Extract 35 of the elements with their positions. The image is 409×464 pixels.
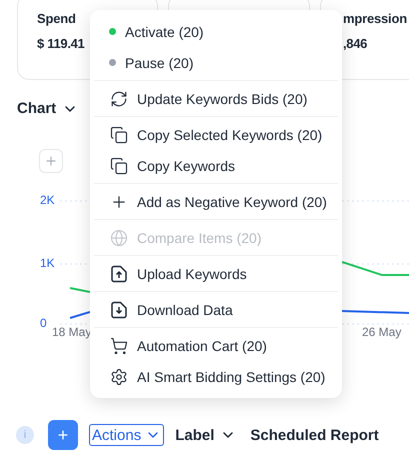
copy-icon bbox=[110, 126, 128, 144]
settings-icon bbox=[110, 368, 128, 386]
axis-label: 18 May bbox=[52, 325, 92, 339]
menu-item[interactable]: Update Keywords Bids (20) bbox=[94, 83, 338, 114]
axis-label: 0 bbox=[40, 316, 47, 330]
info-icon: i bbox=[16, 426, 34, 444]
menu-item[interactable]: Pause (20) bbox=[94, 47, 338, 78]
add-button[interactable]: + bbox=[48, 420, 78, 450]
menu-item[interactable]: Activate (20) bbox=[94, 16, 338, 47]
label-dropdown[interactable]: Label bbox=[175, 426, 236, 444]
stat-value: ,846 bbox=[343, 36, 368, 51]
menu-item[interactable]: Copy Selected Keywords (20) bbox=[94, 119, 338, 150]
copy-icon bbox=[110, 156, 128, 174]
axis-label: 1K bbox=[40, 256, 55, 270]
upload-icon bbox=[110, 264, 128, 282]
axis-label: 26 May bbox=[362, 325, 402, 339]
scheduled-report-button[interactable]: Scheduled Report bbox=[250, 426, 379, 444]
axis-label: 2K bbox=[40, 193, 55, 207]
add-button[interactable] bbox=[39, 149, 63, 173]
menu-item[interactable]: Download Data bbox=[94, 294, 338, 325]
plus-icon bbox=[44, 154, 58, 168]
menu-item[interactable]: Upload Keywords bbox=[94, 258, 338, 289]
actions-dropdown[interactable]: Actions bbox=[89, 424, 164, 446]
menu-item[interactable]: AI Smart Bidding Settings (20) bbox=[94, 361, 338, 392]
chart-dropdown[interactable]: Chart bbox=[17, 100, 78, 117]
menu-item[interactable]: Copy Keywords bbox=[94, 150, 338, 181]
refresh-icon bbox=[110, 90, 128, 108]
globe-icon bbox=[110, 228, 128, 246]
stat-label: Spend bbox=[37, 11, 76, 26]
menu-item[interactable]: Add as Negative Keyword (20) bbox=[94, 186, 338, 217]
download-icon bbox=[110, 300, 128, 318]
cart-icon bbox=[110, 336, 128, 354]
stat-label: mpression bbox=[343, 11, 407, 26]
menu-item[interactable]: Automation Cart (20) bbox=[94, 330, 338, 361]
stat-value: $ 119.41 bbox=[37, 36, 84, 51]
